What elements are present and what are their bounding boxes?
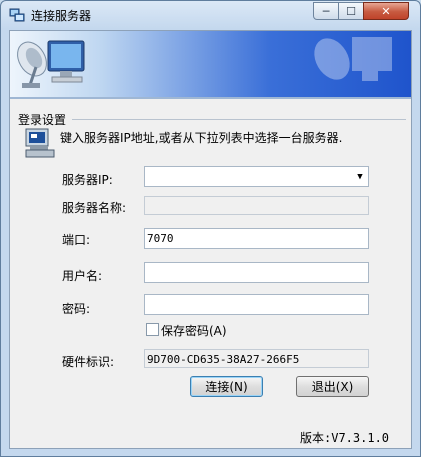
minimize-button[interactable]: ─ [313,2,339,20]
satellite-computer-illustration [17,37,392,88]
close-button[interactable]: ✕ [363,2,409,20]
server-ip-combobox[interactable]: ▼ [144,166,369,187]
banner-divider [10,97,411,99]
server-name-label: 服务器名称: [62,201,127,215]
password-label: 密码: [62,302,91,316]
connect-button[interactable]: 连接(N) [190,376,263,397]
instruction-text: 键入服务器IP地址,或者从下拉列表中选择一台服务器. [60,131,343,145]
header-banner [10,31,411,97]
dropdown-arrow-icon[interactable]: ▼ [354,170,366,183]
username-input[interactable] [144,262,369,283]
hardware-id-label: 硬件标识: [62,355,115,369]
password-input[interactable] [144,294,369,315]
port-label: 端口: [62,233,91,247]
maximize-button[interactable]: ☐ [338,2,364,20]
group-divider [72,119,406,120]
group-login-settings-label: 登录设置 [18,113,67,127]
exit-button[interactable]: 退出(X) [296,376,369,397]
save-password-checkbox[interactable] [146,323,159,336]
title-bar[interactable]: 连接服务器 ─ ☐ ✕ [1,1,420,29]
hardware-id-field: 9D700-CD635-38A27-266F5 [144,349,369,368]
server-name-field [144,196,369,215]
dialog-client-area: 登录设置 键入服务器IP地址,或者从下拉列表中选择一台服务器. 服务器IP: ▼… [9,30,412,449]
version-text: 版本:V7.3.1.0 [300,431,390,445]
connect-server-window: 连接服务器 ─ ☐ ✕ 登录设置 键入服务器IP地址,或者从下拉列表中选择一台服… [0,0,421,457]
server-ip-label: 服务器IP: [62,173,113,187]
window-title: 连接服务器 [31,9,92,23]
username-label: 用户名: [62,269,103,283]
computer-info-icon [25,128,55,158]
save-password-label[interactable]: 保存密码(A) [161,322,227,339]
port-input[interactable]: 7070 [144,228,369,249]
computer-network-icon [9,8,25,22]
